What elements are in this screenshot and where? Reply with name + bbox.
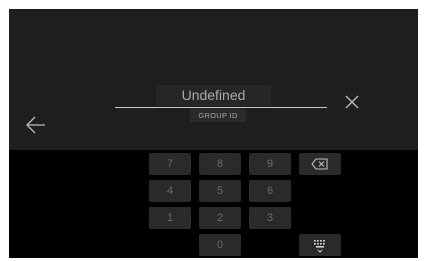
key-7[interactable]: 7 <box>149 153 191 175</box>
close-button[interactable] <box>342 92 362 112</box>
keyboard-hide-icon <box>314 240 325 253</box>
hide-keyboard-key[interactable] <box>299 234 341 256</box>
input-underline <box>115 107 327 108</box>
backspace-key[interactable] <box>299 153 341 175</box>
back-button[interactable] <box>24 115 48 135</box>
key-4[interactable]: 4 <box>149 180 191 202</box>
key-0[interactable]: 0 <box>199 234 241 256</box>
key-3[interactable]: 3 <box>249 207 291 229</box>
screen: Undefined GROUP ID 7 8 9 4 5 6 1 2 3 0 <box>9 9 418 258</box>
key-8[interactable]: 8 <box>199 153 241 175</box>
backspace-icon <box>311 158 328 170</box>
group-id-label: GROUP ID <box>190 109 246 122</box>
key-9[interactable]: 9 <box>249 153 291 175</box>
arrow-left-icon <box>26 116 45 134</box>
close-icon <box>345 95 359 109</box>
key-6[interactable]: 6 <box>249 180 291 202</box>
group-id-input[interactable]: Undefined <box>156 85 271 106</box>
key-5[interactable]: 5 <box>199 180 241 202</box>
input-pane: Undefined GROUP ID <box>9 9 418 150</box>
key-2[interactable]: 2 <box>199 207 241 229</box>
key-1[interactable]: 1 <box>149 207 191 229</box>
